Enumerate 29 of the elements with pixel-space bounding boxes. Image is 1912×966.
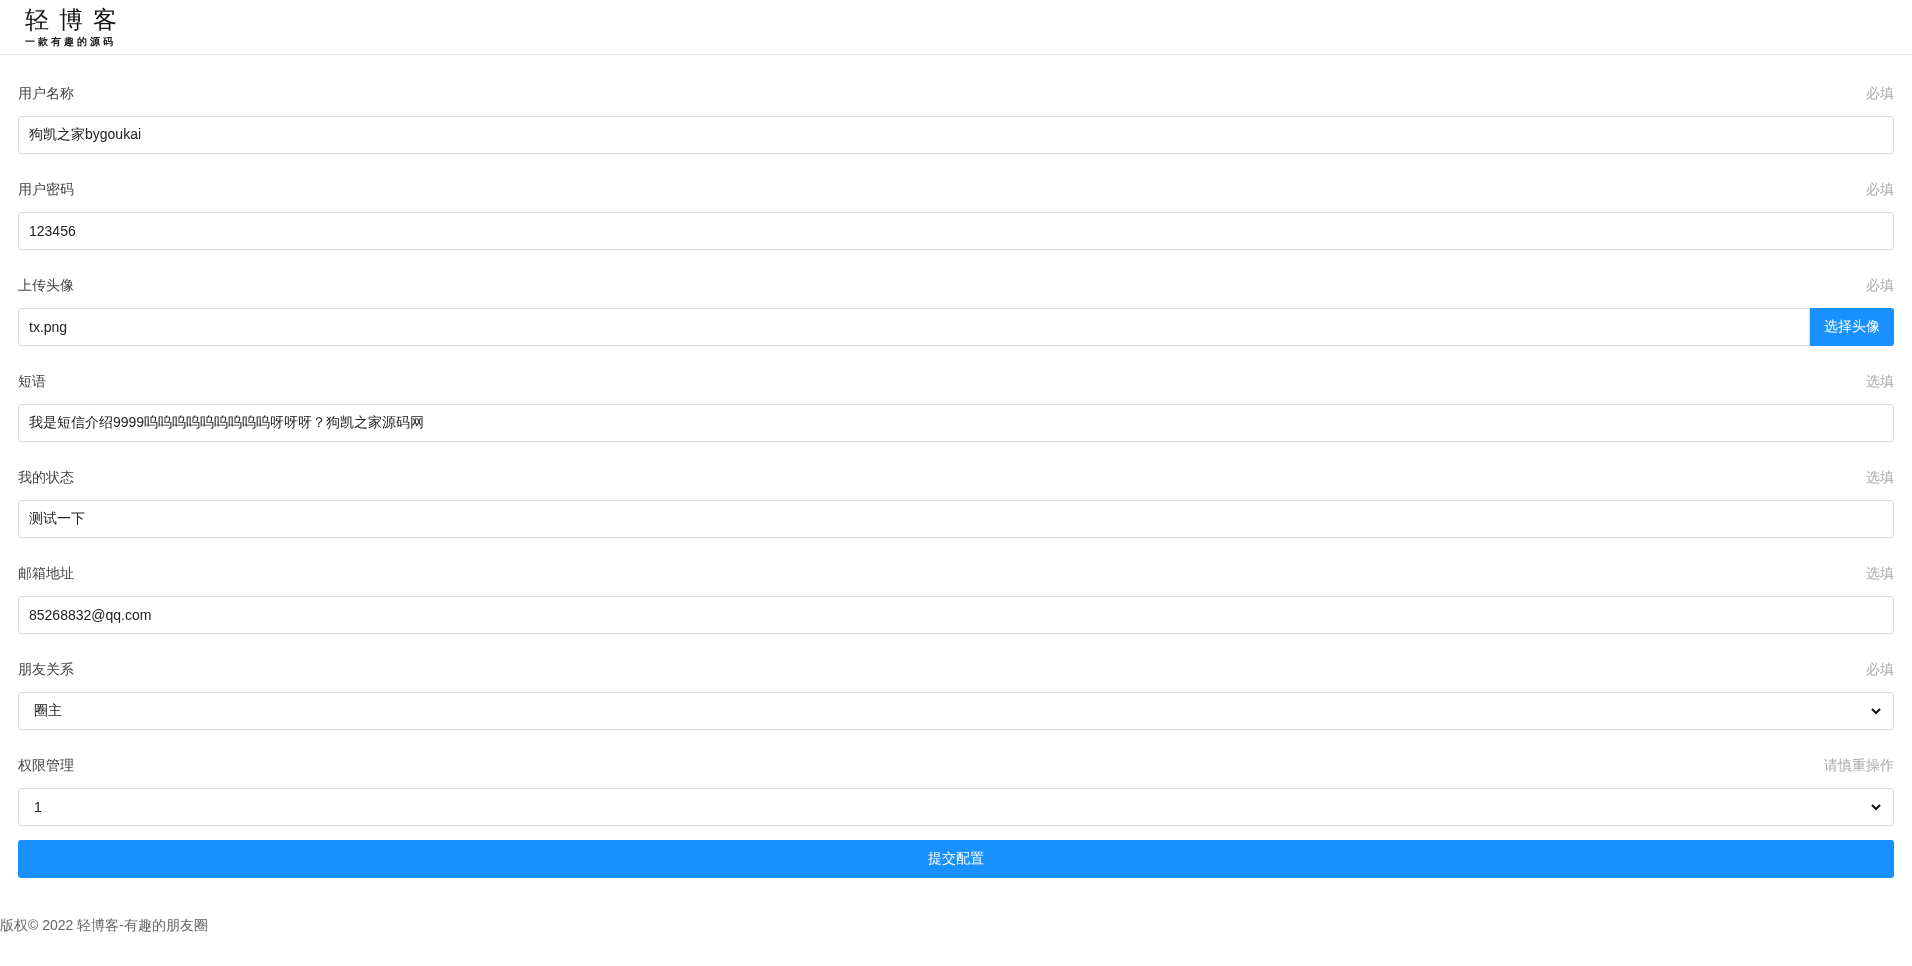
input-field[interactable]: 85268832@qq.com <box>18 596 1894 634</box>
field-hint: 必填 <box>1866 85 1894 103</box>
logo-subtitle: 一款有趣的源码 <box>25 36 117 48</box>
field-hint: 请慎重操作 <box>1824 757 1894 775</box>
logo-title: 轻博客 <box>25 6 127 34</box>
field-label: 上传头像 <box>18 277 74 295</box>
field-label: 短语 <box>18 373 46 391</box>
chevron-down-icon <box>1871 803 1881 811</box>
input-field[interactable]: 我是短信介绍9999呜呜呜呜呜呜呜呜呜呀呀呀？狗凯之家源码网 <box>18 404 1894 442</box>
field-hint: 必填 <box>1866 661 1894 679</box>
field-hint: 选填 <box>1866 469 1894 487</box>
field-label: 用户名称 <box>18 85 74 103</box>
field-hint: 选填 <box>1866 373 1894 391</box>
input-field[interactable]: 狗凯之家bygoukai <box>18 116 1894 154</box>
select-field[interactable]: 圈主 <box>18 692 1894 730</box>
field-hint: 选填 <box>1866 565 1894 583</box>
field-label: 朋友关系 <box>18 661 74 679</box>
field-label: 用户密码 <box>18 181 74 199</box>
field-label: 邮箱地址 <box>18 565 74 583</box>
chevron-down-icon <box>1871 707 1881 715</box>
field-label: 我的状态 <box>18 469 74 487</box>
file-name-field[interactable]: tx.png <box>18 308 1810 346</box>
select-field[interactable]: 1 <box>18 788 1894 826</box>
field-label: 权限管理 <box>18 757 74 775</box>
field-hint: 必填 <box>1866 181 1894 199</box>
field-hint: 必填 <box>1866 277 1894 295</box>
input-field[interactable]: 123456 <box>18 212 1894 250</box>
copyright-text: 版权© 2022 轻博客-有趣的朋友圈 <box>0 916 209 935</box>
input-field[interactable]: 测试一下 <box>18 500 1894 538</box>
